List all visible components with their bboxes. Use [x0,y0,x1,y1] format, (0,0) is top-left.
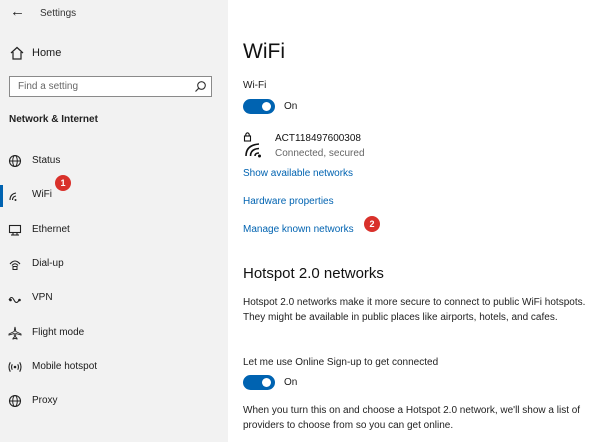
sidebar-item-proxy[interactable]: Proxy [0,388,228,414]
hotspot-icon [8,362,22,372]
toggle-knob [262,102,271,111]
sidebar-item-label: Flight mode [32,327,85,338]
secured-wifi-icon [243,132,261,158]
online-signup-state: On [284,377,298,388]
sidebar-item-flight-mode[interactable]: Flight mode [0,320,228,346]
sidebar-item-dial-up[interactable]: Dial-up [0,251,228,277]
sidebar-item-label: Ethernet [32,224,70,235]
search-input[interactable] [10,77,198,96]
home-icon [10,46,24,60]
hotspot-footer-text: When you turn this on and choose a Hotsp… [243,405,581,431]
network-status: Connected, secured [275,148,365,159]
sidebar-item-label: Proxy [32,395,58,406]
wifi-toggle-state: On [284,101,298,112]
app-title: Settings [40,8,77,19]
sidebar-item-label: Status [32,155,61,166]
search-box[interactable] [9,76,212,97]
sidebar: ← Settings Home Network & Internet Statu… [0,0,228,442]
sidebar-item-wifi[interactable]: WiFi [0,182,228,208]
section-title: Network & Internet [9,114,98,125]
globe-icon [8,154,22,168]
wifi-icon [9,192,17,201]
sidebar-item-label: VPN [32,292,53,303]
selection-indicator [0,185,3,207]
sidebar-item-status[interactable]: Status [0,148,228,174]
online-signup-toggle[interactable] [243,375,275,390]
sidebar-item-label: WiFi [32,189,52,200]
vpn-icon [8,296,21,304]
sidebar-item-label: Mobile hotspot [32,361,98,372]
annotation-badge-1: 1 [55,175,71,191]
online-signup-label: Let me use Online Sign-up to get connect… [243,357,439,368]
hardware-properties-link[interactable]: Hardware properties [243,196,334,207]
dial-up-icon [9,260,21,270]
sidebar-item-ethernet[interactable]: Ethernet [0,217,228,243]
page-title: WiFi [243,40,285,63]
title-bar: ← Settings [0,0,228,28]
annotation-badge-2: 2 [364,216,380,232]
sidebar-item-vpn[interactable]: VPN [0,285,228,311]
proxy-globe-icon [8,394,22,408]
back-arrow-icon[interactable]: ← [10,4,25,20]
search-icon[interactable] [194,80,207,93]
sidebar-item-mobile-hotspot[interactable]: Mobile hotspot [0,354,228,380]
home-button[interactable]: Home [0,42,228,64]
wifi-toggle-label: Wi-Fi [243,80,267,91]
manage-known-networks-link[interactable]: Manage known networks [243,224,354,235]
main-panel: WiFi Wi-Fi On ACT118497600308 Connected,… [228,0,612,442]
airplane-icon [8,326,22,340]
show-available-networks-link[interactable]: Show available networks [243,168,353,179]
sidebar-item-label: Dial-up [32,258,64,269]
ethernet-icon [8,224,22,236]
network-name: ACT118497600308 [275,133,361,144]
wifi-toggle[interactable] [243,99,275,114]
toggle-knob [262,378,271,387]
home-label: Home [32,47,62,59]
hotspot-description: Hotspot 2.0 networks make it more secure… [243,297,586,323]
hotspot-heading: Hotspot 2.0 networks [243,265,384,282]
